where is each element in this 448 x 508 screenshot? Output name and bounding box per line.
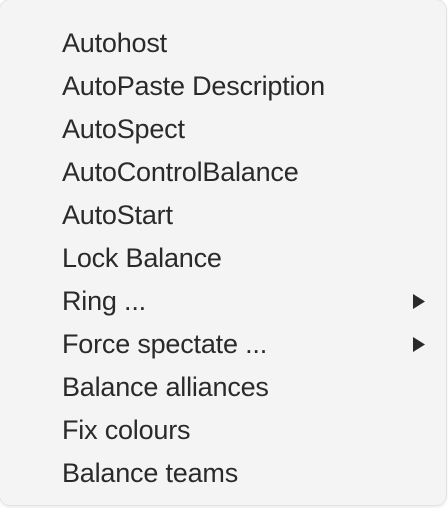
menu-item-label: Lock Balance: [62, 243, 222, 273]
menu-item-label: AutoPaste Description: [62, 71, 325, 101]
menu-item-autospect[interactable]: AutoSpect: [0, 108, 446, 151]
context-menu: Autohost AutoPaste Description AutoSpect…: [0, 0, 446, 505]
menu-item-label: Balance alliances: [62, 372, 269, 402]
menu-item-autopaste-description[interactable]: AutoPaste Description: [0, 65, 446, 108]
menu-item-balance-alliances[interactable]: Balance alliances: [0, 366, 446, 409]
triangle-right-icon: [412, 280, 428, 323]
menu-item-autocontrolbalance[interactable]: AutoControlBalance: [0, 151, 446, 194]
menu-item-autohost[interactable]: Autohost: [0, 22, 446, 65]
menu-item-ring[interactable]: Ring ...: [0, 280, 446, 323]
menu-item-label: AutoSpect: [62, 114, 185, 144]
menu-item-label: AutoStart: [62, 200, 173, 230]
menu-item-label: Force spectate ...: [62, 329, 267, 359]
menu-item-label: Balance teams: [62, 458, 238, 488]
triangle-right-icon: [412, 323, 428, 366]
menu-item-fix-colours[interactable]: Fix colours: [0, 409, 446, 452]
menu-item-force-spectate[interactable]: Force spectate ...: [0, 323, 446, 366]
menu-item-label: Autohost: [62, 28, 167, 58]
menu-item-autostart[interactable]: AutoStart: [0, 194, 446, 237]
menu-item-label: AutoControlBalance: [62, 157, 299, 187]
menu-item-balance-teams[interactable]: Balance teams: [0, 452, 446, 495]
menu-item-lock-balance[interactable]: Lock Balance: [0, 237, 446, 280]
menu-item-label: Fix colours: [62, 415, 191, 445]
menu-item-label: Ring ...: [62, 286, 146, 316]
